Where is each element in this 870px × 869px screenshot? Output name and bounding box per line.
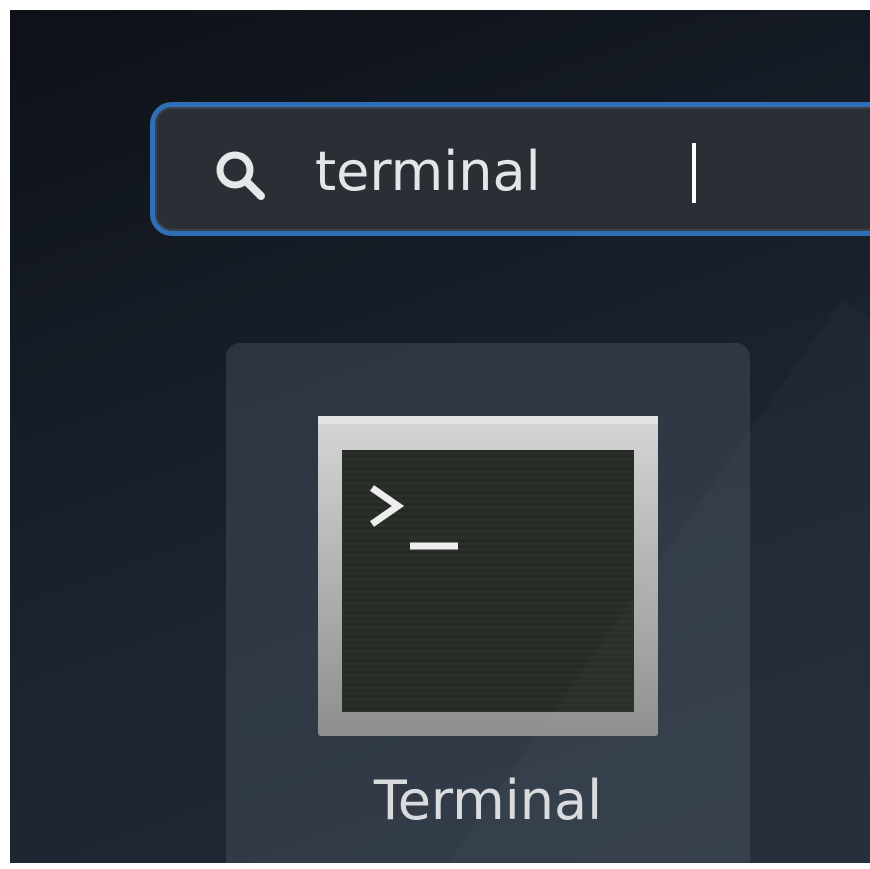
app-result-terminal[interactable]: Terminal <box>226 343 750 863</box>
activities-overview: Terminal <box>10 10 870 863</box>
search-input[interactable] <box>315 129 870 213</box>
text-caret <box>692 143 696 203</box>
app-label: Terminal <box>373 769 603 832</box>
terminal-icon <box>318 416 658 736</box>
search-box[interactable] <box>150 102 870 236</box>
search-icon <box>216 151 265 200</box>
